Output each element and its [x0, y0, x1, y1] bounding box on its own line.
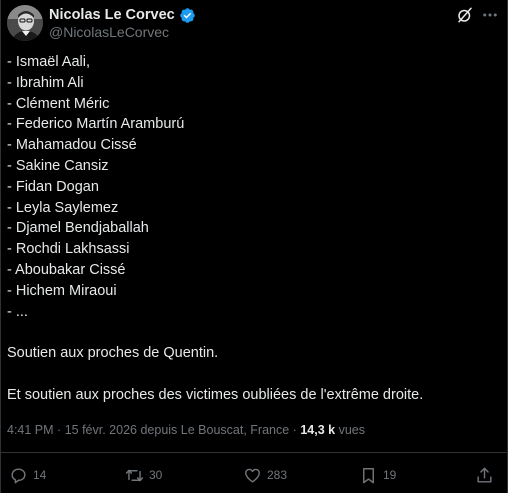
list-item: - Ismaël Aali,: [7, 54, 90, 70]
bookmark-count: 19: [383, 468, 397, 482]
tweet-text: - Ismaël Aali, - Ibrahim Ali - Clément M…: [7, 52, 497, 322]
tweet-paragraph-1: Soutien aux proches de Quentin.: [7, 345, 219, 361]
reply-count: 14: [33, 468, 47, 482]
repost-button[interactable]: 30: [125, 464, 162, 486]
list-item: - Leyla Saylemez: [7, 199, 119, 216]
tweet-meta: 4:41 PM · 15 févr. 2026 depuis Le Bousca…: [7, 423, 365, 437]
reply-button[interactable]: 14: [9, 464, 46, 486]
views-label: vues: [338, 423, 365, 437]
tweet-location: depuis Le Bouscat, France: [140, 423, 290, 437]
author-display-name[interactable]: Nicolas Le Corvec: [49, 7, 175, 23]
verified-badge-icon[interactable]: [179, 7, 196, 24]
meta-separator: ·: [57, 423, 62, 437]
views-count[interactable]: 14,3 k: [300, 423, 335, 437]
action-bar: 14 30 283 19: [1, 464, 507, 486]
divider: [1, 452, 507, 453]
list-item: - ...: [7, 303, 28, 320]
list-item: - Mahamadou Cissé: [7, 137, 137, 154]
bookmark-icon: [359, 466, 378, 485]
share-icon: [475, 466, 494, 485]
tweet-paragraph-2: Et soutien aux proches des victimes oubl…: [7, 387, 424, 403]
tweet-card[interactable]: Nicolas Le Corvec @NicolasLeCorvec - Ism…: [0, 0, 508, 493]
meta-separator: ·: [292, 423, 297, 437]
tweet-date[interactable]: 15 févr. 2026: [65, 423, 137, 437]
tweet-time[interactable]: 4:41 PM: [7, 423, 54, 437]
avatar[interactable]: [7, 5, 43, 41]
author-handle[interactable]: @NicolasLeCorvec: [49, 24, 169, 40]
more-icon[interactable]: [481, 6, 499, 24]
list-item: - Clément Méric: [7, 95, 110, 112]
author-name-row[interactable]: Nicolas Le Corvec: [49, 6, 196, 24]
repost-count: 30: [149, 468, 163, 482]
list-item: - Aboubakar Cissé: [7, 261, 126, 278]
repost-icon: [125, 466, 144, 485]
grok-icon[interactable]: [456, 6, 474, 24]
share-button[interactable]: [475, 464, 494, 486]
like-icon: [243, 466, 262, 485]
like-count: 283: [267, 468, 288, 482]
list-item: - Ibrahim Ali: [7, 74, 84, 91]
list-item: - Fidan Dogan: [7, 178, 99, 195]
list-item: - Djamel Bendjaballah: [7, 220, 149, 237]
bookmark-button[interactable]: 19: [359, 464, 396, 486]
reply-icon: [9, 466, 28, 485]
avatar-image: [7, 5, 43, 41]
list-item: - Federico Martín Aramburú: [7, 116, 185, 133]
list-item: - Hichem Miraoui: [7, 282, 117, 299]
list-item: - Sakine Cansiz: [7, 157, 109, 174]
like-button[interactable]: 283: [243, 464, 287, 486]
list-item: - Rochdi Lakhsassi: [7, 241, 130, 258]
